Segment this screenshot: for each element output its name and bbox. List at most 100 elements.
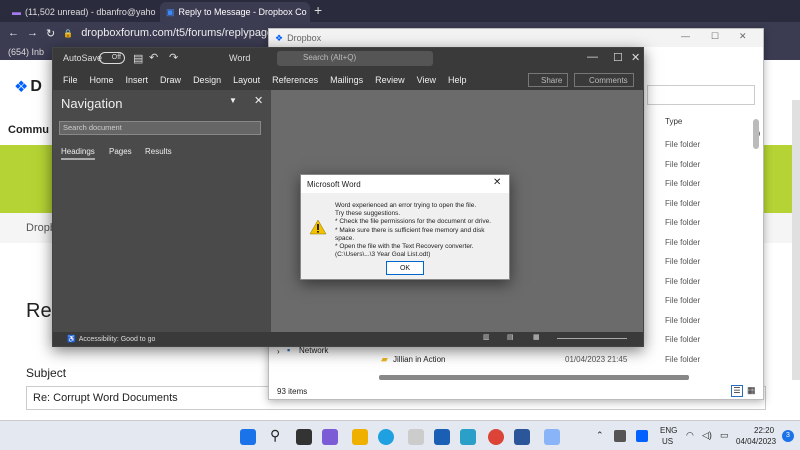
chevron-right-icon[interactable]: ›	[277, 347, 280, 356]
row-type: File folder	[665, 199, 701, 208]
notification-badge[interactable]: 3	[782, 430, 794, 442]
volume-icon[interactable]: ◁)	[702, 430, 712, 441]
wifi-icon[interactable]: ◠	[686, 430, 694, 441]
autosave-toggle[interactable]: Off	[99, 52, 125, 64]
row-type: File folder	[665, 257, 701, 266]
tray-app-icon[interactable]	[614, 430, 626, 442]
clock-date[interactable]: 04/04/2023	[736, 437, 776, 446]
item-count: 93 items	[277, 387, 308, 396]
chrome-icon[interactable]	[488, 429, 504, 445]
back-icon[interactable]: ←	[8, 27, 19, 39]
nav-network[interactable]: Network	[299, 346, 328, 355]
page-scrollbar[interactable]	[792, 100, 800, 380]
save-icon[interactable]: ▤	[133, 52, 143, 65]
explorer-scrollbar[interactable]	[753, 119, 759, 149]
accessibility-status[interactable]: Accessibility: Good to go	[79, 336, 156, 343]
maximize-icon[interactable]: ☐	[613, 51, 623, 64]
close-icon[interactable]: ✕	[254, 94, 263, 107]
app-icon[interactable]	[460, 429, 476, 445]
nav-search-input[interactable]: Search document	[59, 121, 261, 135]
tab-insert[interactable]: Insert	[120, 75, 155, 85]
tab-draw[interactable]: Draw	[154, 75, 187, 85]
print-layout-icon[interactable]: ▤	[507, 333, 514, 341]
tab-view[interactable]: View	[411, 75, 442, 85]
url-field[interactable]: dropboxforum.com/t5/forums/replypage/boa	[81, 27, 294, 39]
ok-button[interactable]: OK	[386, 261, 424, 275]
taskbar: ⚲ ⌃ ENG US ◠ ◁) ▭ 22:20 04/04/2023 3	[0, 420, 800, 450]
maximize-icon[interactable]: ☐	[711, 31, 719, 42]
tiles-view-icon[interactable]: ▦	[747, 385, 756, 396]
accessibility-icon: ♿	[67, 336, 76, 343]
snipping-tool-icon[interactable]	[544, 429, 560, 445]
focus-view-icon[interactable]: ▥	[483, 333, 490, 341]
file-name[interactable]: Jillian in Action	[393, 355, 445, 364]
tab-mail[interactable]: ▬ (11,502 unread) - dbanfro@yaho ✕	[6, 2, 156, 22]
word-search[interactable]: Search (Alt+Q)	[277, 51, 433, 66]
chevron-down-icon[interactable]: ▼	[229, 96, 237, 105]
region-indicator[interactable]: US	[662, 437, 673, 446]
battery-icon[interactable]: ▭	[720, 430, 729, 441]
col-type-header[interactable]: Type	[665, 117, 682, 126]
word-icon[interactable]	[514, 429, 530, 445]
web-layout-icon[interactable]: ▦	[533, 333, 540, 341]
tab-reply[interactable]: ▣ Reply to Message - Dropbox Co ✕	[160, 2, 310, 22]
lock-icon: 🔒	[63, 28, 74, 38]
close-icon[interactable]: ✕	[739, 31, 747, 42]
row-type: File folder	[665, 277, 701, 286]
folder-icon: ▰	[381, 354, 388, 364]
comments-button[interactable]: Comments	[574, 73, 634, 87]
store-icon[interactable]	[408, 429, 424, 445]
dropbox-logo[interactable]: ❖ D	[0, 72, 52, 102]
tab-file[interactable]: File	[57, 75, 84, 85]
language-indicator[interactable]: ENG	[660, 426, 677, 435]
task-view-icon[interactable]	[296, 429, 312, 445]
tab-mailings[interactable]: Mailings	[324, 75, 369, 85]
details-view-icon[interactable]: ☰	[731, 385, 743, 397]
file-explorer-icon[interactable]	[352, 429, 368, 445]
tab-layout[interactable]: Layout	[227, 75, 266, 85]
row-type: File folder	[665, 179, 701, 188]
tab-help[interactable]: Help	[442, 75, 473, 85]
green-banner	[0, 145, 52, 213]
dropbox-icon: ❖	[14, 79, 29, 96]
dialog-message: Word experienced an error trying to open…	[335, 202, 492, 259]
tab-design[interactable]: Design	[187, 75, 227, 85]
dropbox-tray-icon[interactable]	[636, 430, 648, 442]
edge-icon[interactable]	[378, 429, 394, 445]
undo-icon[interactable]: ↶	[149, 51, 158, 64]
minimize-icon[interactable]: —	[681, 31, 690, 41]
close-icon[interactable]: ✕	[631, 51, 640, 64]
dropbox-icon: ❖	[275, 32, 284, 43]
bookmark-inbox[interactable]: (654) Inb	[8, 47, 44, 57]
clock-time[interactable]: 22:20	[754, 426, 774, 435]
tab-home[interactable]: Home	[84, 75, 120, 85]
teams-icon[interactable]	[322, 429, 338, 445]
app-name: Word	[229, 53, 251, 63]
explorer-search[interactable]	[647, 85, 755, 105]
tab-review[interactable]: Review	[369, 75, 411, 85]
nav-tab-headings[interactable]: Headings	[61, 147, 95, 160]
autosave-label: AutoSave	[63, 53, 103, 63]
tab-references[interactable]: References	[266, 75, 324, 85]
nav-tab-results[interactable]: Results	[145, 147, 172, 156]
search-icon[interactable]: ⚲	[270, 427, 280, 444]
app-l-icon[interactable]	[434, 429, 450, 445]
share-button[interactable]: Share	[528, 73, 568, 87]
dialog-titlebar: Microsoft Word ✕	[301, 175, 509, 193]
row-type: File folder	[665, 238, 701, 247]
close-icon[interactable]: ✕	[493, 177, 501, 188]
chevron-up-icon[interactable]: ⌃	[596, 430, 604, 441]
forward-icon[interactable]: →	[27, 27, 38, 39]
redo-icon[interactable]: ↷	[169, 51, 178, 64]
refresh-icon[interactable]: ↻	[46, 27, 55, 40]
horizontal-scrollbar[interactable]	[379, 375, 689, 380]
warning-icon	[309, 219, 327, 235]
nav-title: Navigation	[61, 96, 123, 111]
community-link[interactable]: Commu	[8, 124, 49, 136]
word-ribbon-tabs: File Home Insert Draw Design Layout Refe…	[53, 70, 643, 90]
nav-tab-pages[interactable]: Pages	[109, 147, 132, 156]
minimize-icon[interactable]: —	[587, 51, 598, 63]
windows-start-icon[interactable]	[240, 429, 256, 445]
new-tab-button[interactable]: +	[314, 2, 322, 18]
zoom-slider[interactable]	[557, 338, 627, 339]
